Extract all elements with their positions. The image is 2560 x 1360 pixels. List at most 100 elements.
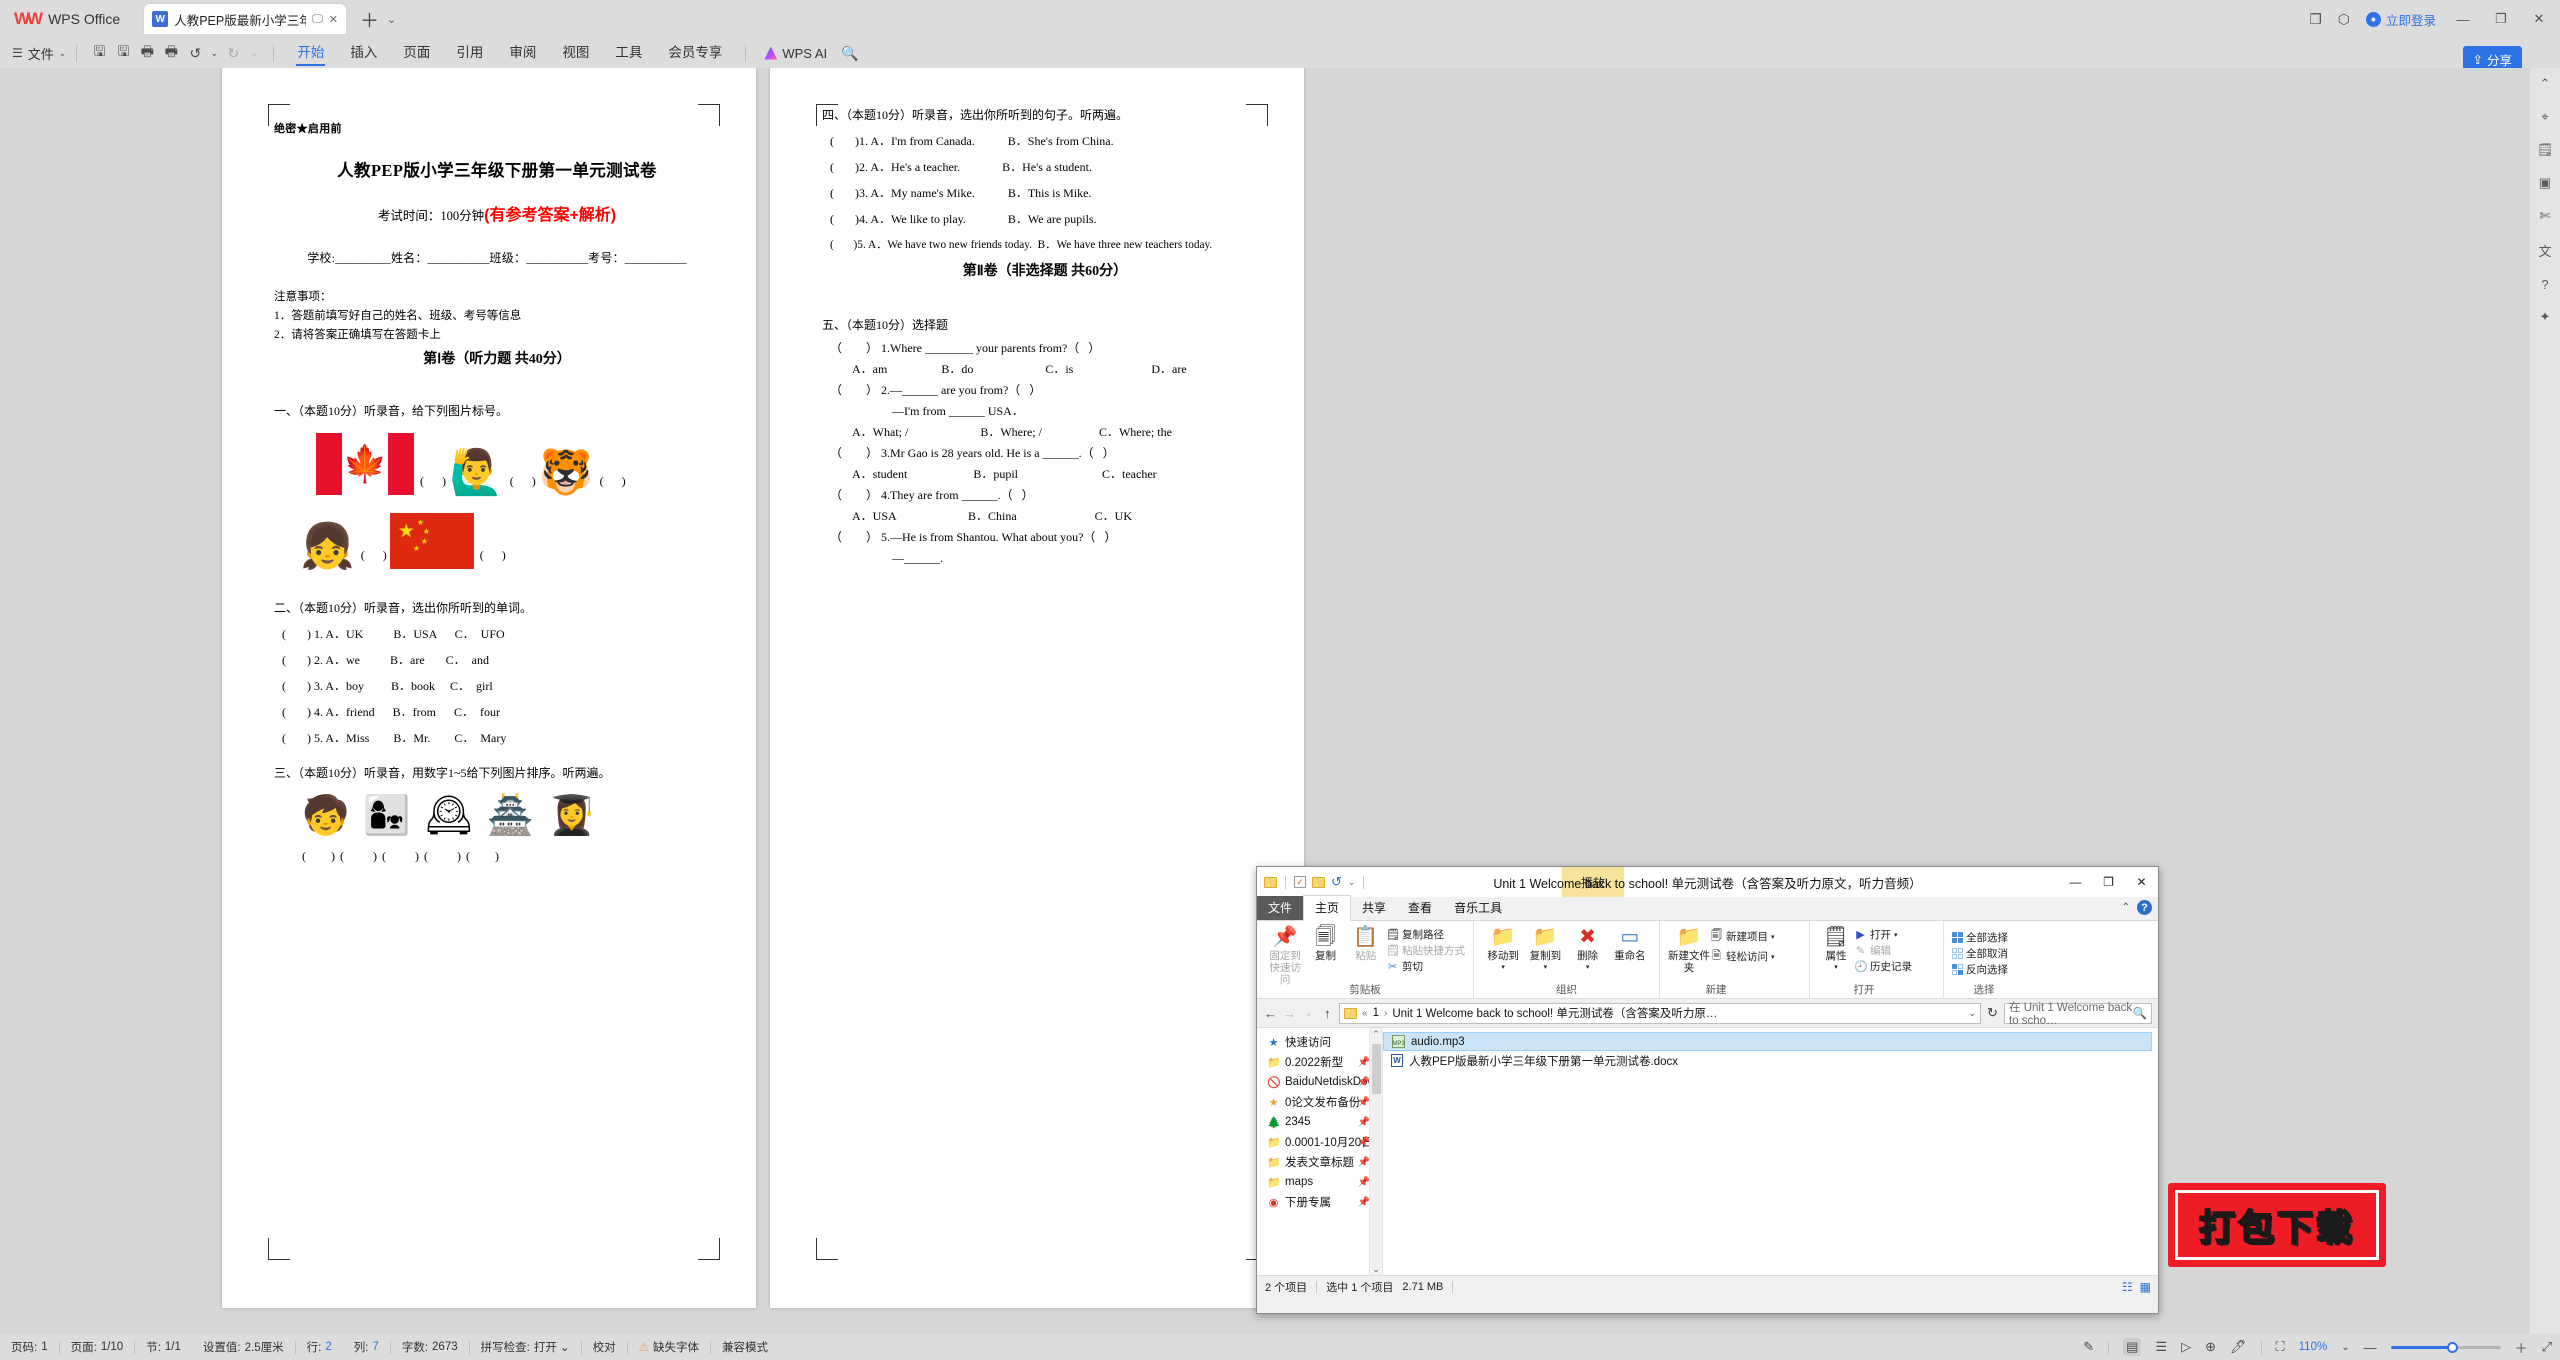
zoom-slider-knob[interactable] [2446,1341,2458,1353]
scroll-up-icon[interactable]: ⌃ [1370,1028,1382,1041]
help-icon[interactable]: ? [2137,900,2152,915]
nav-item[interactable]: ◉ 下册专属 📌 [1257,1192,1382,1212]
open-button[interactable]: ▶ 打开 ▾ [1854,927,1912,942]
image-icon[interactable]: ▣ [2539,175,2551,191]
tab-view[interactable]: 查看 [1397,896,1443,920]
details-view-icon[interactable]: ☷ [2122,1280,2133,1294]
explorer-minimize-button[interactable]: — [2059,867,2092,897]
checkbox-icon[interactable]: ✓ [1294,876,1306,888]
nav-quick-access-header[interactable]: ★ 快速访问 [1257,1032,1382,1052]
search-icon[interactable]: 🔍 [841,45,858,62]
translate-icon[interactable]: 文 [2538,241,2551,260]
close-icon[interactable]: ✕ [329,13,338,26]
outline-view-icon[interactable]: ☰ [2155,1339,2167,1355]
help-icon[interactable]: ? [2541,277,2548,292]
nav-item[interactable]: 📁 0.0001-10月20日-3 📌 [1257,1132,1382,1152]
zoom-dropdown-icon[interactable]: ⌄ [2341,1342,2349,1353]
back-arrow-icon[interactable]: ← [1263,1006,1278,1021]
search-input[interactable]: 在 Unit 1 Welcome back to scho… 🔍 [2004,1002,2152,1027]
tab-reference[interactable]: 引用 [443,38,496,68]
tab-insert[interactable]: 插入 [337,38,390,68]
select-all-button[interactable]: 全部选择 [1952,930,2008,945]
undo-icon[interactable]: ↺ [183,45,207,62]
status-missing-font[interactable]: ⚠ 缺失字体 [628,1339,710,1355]
large-icons-view-icon[interactable]: ▦ [2140,1280,2151,1294]
minimize-button[interactable]: — [2452,12,2474,27]
web-layout-icon[interactable]: ▷ [2181,1339,2191,1355]
tab-review[interactable]: 审阅 [496,38,549,68]
undo-icon[interactable]: ↺ [1331,874,1342,890]
nav-item[interactable]: ★ 0论文发布备份 📌 [1257,1092,1382,1112]
copy-path-button[interactable]: 🗒 复制路径 [1386,927,1465,942]
zoom-out-button[interactable]: — [2364,1340,2377,1355]
nav-item[interactable]: 🌲 2345 📌 [1257,1112,1382,1132]
star-icon[interactable]: ✦ [2540,309,2551,325]
breadcrumb-item[interactable]: Unit 1 Welcome back to school! 单元测试卷（含答案… [1392,1005,1717,1021]
monitor-icon[interactable]: 🖵 [312,13,323,26]
document-tab[interactable]: W 人教PEP版最新小学三年级下册 🖵 ✕ [144,4,347,34]
new-tab-button[interactable]: ＋ [360,6,379,33]
folder-icon[interactable] [1264,876,1277,888]
tab-file[interactable]: 文件 [1257,896,1304,920]
print-preview-icon[interactable]: 🖶 [159,41,183,65]
tab-page[interactable]: 页面 [390,38,443,68]
nav-item[interactable]: 🚫 BaiduNetdiskDowr 📌 [1257,1072,1382,1092]
tab-tools[interactable]: 工具 [602,38,655,68]
page-view-icon[interactable]: ▤ [2123,1338,2142,1356]
cube-icon[interactable]: ⬡ [2338,11,2350,28]
tab-share[interactable]: 共享 [1351,896,1397,920]
qat-more-icon[interactable]: ⌄ [245,48,263,59]
expand-icon[interactable]: ⤢ [2542,1339,2552,1355]
maximize-button[interactable]: ❐ [2490,11,2512,27]
redo-icon[interactable]: ↻ [221,45,245,62]
window-restore-icon[interactable]: ❐ [2309,11,2322,28]
explorer-close-button[interactable]: ✕ [2125,867,2158,897]
highlighter-icon[interactable]: 🖊 [2230,1339,2247,1355]
save-as-icon[interactable]: 🖫 [111,41,135,65]
easy-access-button[interactable]: 🗎 轻松访问 ▾ [1710,947,1774,966]
address-input[interactable]: « 1 › Unit 1 Welcome back to school! 单元测… [1339,1002,1981,1024]
paste-shortcut-button[interactable]: 🗒 粘贴快捷方式 [1386,943,1465,958]
folder-icon[interactable] [1312,876,1325,888]
cut-button[interactable]: ✂ 剪切 [1386,959,1465,974]
status-proofread[interactable]: 校对 [582,1339,627,1355]
zoom-in-button[interactable]: ＋ [2515,1338,2528,1357]
nav-item[interactable]: 📁 maps 📌 [1257,1172,1382,1192]
shapes-icon[interactable]: ✄ [2540,208,2551,224]
undo-dropdown-icon[interactable]: ⌄ [207,48,221,59]
scroll-down-icon[interactable]: ⌄ [1370,1263,1382,1275]
recent-locations-icon[interactable]: ⌄ [1301,1008,1316,1019]
file-list-item-audio[interactable]: MP3 audio.mp3 [1383,1032,2152,1051]
tab-start[interactable]: 开始 [284,38,337,68]
chevron-up-icon[interactable]: ⌃ [2122,902,2130,913]
forward-arrow-icon[interactable]: → [1282,1006,1297,1021]
new-item-button[interactable]: 🗐 新建项目 ▾ [1710,927,1775,946]
chevron-down-icon[interactable]: ⌄ [387,13,396,26]
save-icon[interactable]: 🖫 [87,41,111,65]
nav-item[interactable]: 📁 0.2022新型 📌 [1257,1052,1382,1072]
refresh-icon[interactable]: ↻ [1985,1005,2000,1021]
file-menu-button[interactable]: ☰ 文件 ⌄ [12,44,66,63]
tab-music-tools[interactable]: 音乐工具 [1443,896,1513,920]
tab-member[interactable]: 会员专享 [655,38,735,68]
fit-page-icon[interactable]: ⛶ [2276,1339,2285,1355]
zoom-slider[interactable] [2390,1341,2501,1353]
qat-dropdown-icon[interactable]: ⌄ [1348,877,1356,888]
pen-annotate-icon[interactable]: ✎ [2083,1339,2094,1355]
play-contextual-tab[interactable]: 播放 [1562,867,1624,897]
file-list-item-docx[interactable]: W 人教PEP版最新小学三年级下册第一单元测试卷.docx [1383,1051,2158,1070]
scrollbar-thumb[interactable] [1372,1044,1381,1094]
history-button[interactable]: 🕘 历史记录 [1854,959,1912,974]
close-button[interactable]: ✕ [2528,11,2550,27]
wps-ai-button[interactable]: WPS AI [764,46,827,61]
select-none-button[interactable]: 全部取消 [1952,946,2008,961]
sidebar-collapse-icon[interactable]: ⌃ [2540,76,2551,92]
cursor-icon[interactable]: ⌖ [2541,109,2548,125]
login-button[interactable]: ● 立即登录 [2365,10,2436,29]
breadcrumb-item[interactable]: 1 [1373,1007,1379,1019]
invert-selection-button[interactable]: 反向选择 [1952,962,2008,977]
tab-home[interactable]: 主页 [1303,895,1352,921]
explorer-maximize-button[interactable]: ❐ [2092,867,2125,897]
navigation-pane[interactable]: ★ 快速访问 📁 0.2022新型 📌 🚫 BaiduNetdiskDowr 📌… [1257,1028,1383,1275]
edit-button[interactable]: ✎ 编辑 [1854,943,1912,958]
